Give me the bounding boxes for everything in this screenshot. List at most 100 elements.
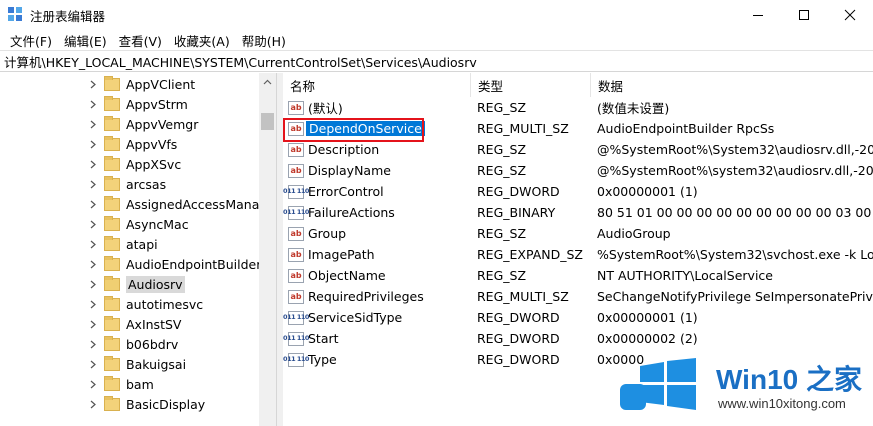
value-row[interactable]: ab Description REG_SZ @%SystemRoot%\System3… xyxy=(283,139,873,160)
tree-item[interactable]: AppXSvc xyxy=(86,154,181,174)
tree-item-label: AppXSvc xyxy=(126,156,182,172)
maximize-button[interactable] xyxy=(781,0,827,30)
chevron-right-icon[interactable] xyxy=(86,220,100,229)
chevron-right-icon[interactable] xyxy=(86,360,100,369)
registry-tree: AppVClient AppvStrm AppvVemgr AppvVfs AppXSv… xyxy=(0,73,277,426)
tree-item[interactable]: Bakuigsai xyxy=(86,354,186,374)
folder-icon xyxy=(104,175,120,191)
value-name: Type xyxy=(308,352,337,367)
tree-item[interactable]: AppvVemgr xyxy=(86,114,198,134)
tree-item[interactable]: bam xyxy=(86,374,154,394)
string-value-icon: ab xyxy=(288,226,304,241)
tree-item[interactable]: autotimesvc xyxy=(86,294,203,314)
value-type: REG_SZ xyxy=(477,142,527,157)
value-row[interactable]: ab DisplayName REG_SZ @%SystemRoot%\system3… xyxy=(283,160,873,181)
folder-icon xyxy=(104,155,120,171)
menu-favorites[interactable]: 收藏夹(A) xyxy=(168,31,236,50)
value-row[interactable]: ab ObjectName REG_SZ NT AUTHORITY\LocalServ… xyxy=(283,265,873,286)
value-data: 80 51 01 00 00 00 00 00 00 00 00 00 03 0… xyxy=(597,205,873,220)
value-data: (数值未设置) xyxy=(597,101,670,116)
watermark-url: www.win10xitong.com xyxy=(718,396,846,411)
value-row[interactable]: 011 110 FailureActions REG_BINARY 80 51 01 … xyxy=(283,202,873,223)
value-row[interactable]: ab RequiredPrivileges REG_MULTI_SZ SeChange… xyxy=(283,286,873,307)
value-row[interactable]: 011 110 ErrorControl REG_DWORD 0x00000001 (… xyxy=(283,181,873,202)
windows-logo-icon xyxy=(638,358,698,410)
chevron-right-icon[interactable] xyxy=(86,400,100,409)
folder-icon xyxy=(104,255,120,271)
value-data: 0x00000001 (1) xyxy=(597,310,698,325)
chevron-right-icon[interactable] xyxy=(86,180,100,189)
chevron-right-icon[interactable] xyxy=(86,280,100,289)
value-row[interactable]: ab Group REG_SZ AudioGroup xyxy=(283,223,873,244)
value-name-cell: ab ObjectName xyxy=(288,265,386,286)
scroll-thumb[interactable] xyxy=(261,113,274,130)
column-type-header[interactable]: 类型 xyxy=(470,73,503,97)
value-name-cell: ab DisplayName xyxy=(288,160,391,181)
close-button[interactable] xyxy=(827,0,873,30)
chevron-right-icon[interactable] xyxy=(86,380,100,389)
value-name-cell: ab RequiredPrivileges xyxy=(288,286,424,307)
menu-file[interactable]: 文件(F) xyxy=(4,31,58,50)
tree-item[interactable]: AssignedAccessManage xyxy=(86,194,275,214)
tree-item[interactable]: atapi xyxy=(86,234,158,254)
folder-icon xyxy=(104,235,120,251)
value-type: REG_MULTI_SZ xyxy=(477,121,569,136)
value-type: REG_BINARY xyxy=(477,205,556,220)
chevron-right-icon[interactable] xyxy=(86,260,100,269)
value-name-cell: ab (默认) xyxy=(288,97,343,118)
tree-item[interactable]: b06bdrv xyxy=(86,334,178,354)
value-row[interactable]: 011 110 ServiceSidType REG_DWORD 0x00000001… xyxy=(283,307,873,328)
value-row[interactable]: ab (默认) REG_SZ (数值未设置) xyxy=(283,97,873,118)
tree-item[interactable]: arcsas xyxy=(86,174,166,194)
value-type: REG_DWORD xyxy=(477,184,560,199)
tree-item[interactable]: AppvStrm xyxy=(86,94,188,114)
value-name-cell: 011 110 ServiceSidType xyxy=(283,307,402,328)
folder-icon xyxy=(104,95,120,111)
chevron-right-icon[interactable] xyxy=(86,80,100,89)
tree-item[interactable]: BasicDisplay xyxy=(86,394,205,414)
value-row[interactable]: ab ImagePath REG_EXPAND_SZ %SystemRoot%\Sys… xyxy=(283,244,873,265)
tree-item[interactable]: AppVClient xyxy=(86,74,195,94)
menu-help[interactable]: 帮助(H) xyxy=(236,31,292,50)
chevron-right-icon[interactable] xyxy=(86,140,100,149)
value-row[interactable]: 011 110 Start REG_DWORD 0x00000002 (2) xyxy=(283,328,873,349)
tree-scrollbar[interactable] xyxy=(259,73,276,426)
tree-item[interactable]: AppvVfs xyxy=(86,134,177,154)
value-data: AudioGroup xyxy=(597,226,671,241)
chevron-right-icon[interactable] xyxy=(86,120,100,129)
menu-edit[interactable]: 编辑(E) xyxy=(58,31,113,50)
value-row[interactable]: ab DependOnService REG_MULTI_SZ AudioEndpoi… xyxy=(283,118,873,139)
value-type: REG_SZ xyxy=(477,268,527,283)
column-data-header[interactable]: 数据 xyxy=(590,73,623,97)
minimize-icon xyxy=(753,15,763,16)
chevron-right-icon[interactable] xyxy=(86,240,100,249)
tree-item[interactable]: AxInstSV xyxy=(86,314,181,334)
chevron-right-icon[interactable] xyxy=(86,320,100,329)
value-name-cell: 011 110 Start xyxy=(283,328,339,349)
tree-item[interactable]: AudioEndpointBuilder xyxy=(86,254,261,274)
chevron-right-icon[interactable] xyxy=(86,200,100,209)
value-data: @%SystemRoot%\system32\audiosrv.dll,-200 xyxy=(597,163,873,178)
value-name: Group xyxy=(308,226,347,241)
chevron-right-icon[interactable] xyxy=(86,340,100,349)
minimize-button[interactable] xyxy=(735,0,781,30)
menu-view[interactable]: 查看(V) xyxy=(113,31,168,50)
string-value-icon: ab xyxy=(288,247,304,262)
scroll-up-button[interactable] xyxy=(259,73,276,90)
window-controls xyxy=(735,0,873,30)
address-bar[interactable]: 计算机\HKEY_LOCAL_MACHINE\SYSTEM\CurrentCon… xyxy=(0,50,873,72)
column-name-header[interactable]: 名称 xyxy=(290,73,315,97)
value-type: REG_DWORD xyxy=(477,310,560,325)
chevron-right-icon[interactable] xyxy=(86,100,100,109)
tree-item[interactable]: Audiosrv xyxy=(86,274,185,294)
chevron-right-icon[interactable] xyxy=(86,160,100,169)
folder-icon xyxy=(104,295,120,311)
tree-item-label: Audiosrv xyxy=(126,275,185,293)
value-data: 0x00000001 (1) xyxy=(597,184,698,199)
value-name-cell: ab DependOnService xyxy=(288,118,425,139)
value-type: REG_SZ xyxy=(477,226,527,241)
binary-value-icon: 011 110 xyxy=(283,352,309,367)
chevron-right-icon[interactable] xyxy=(86,300,100,309)
tree-item-label: AppvStrm xyxy=(126,96,188,112)
tree-item[interactable]: AsyncMac xyxy=(86,214,189,234)
